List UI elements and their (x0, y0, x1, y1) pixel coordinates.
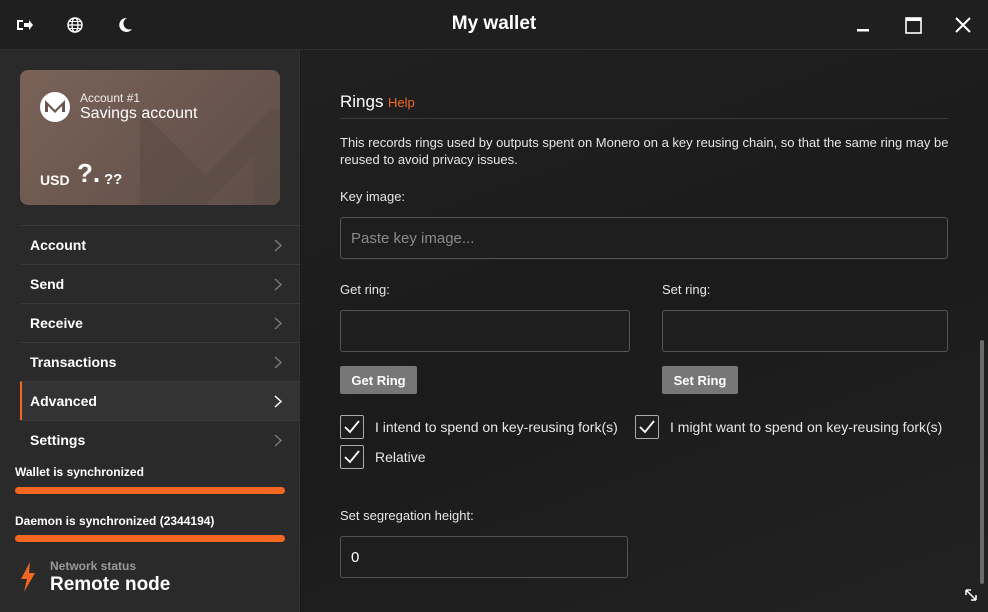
sidebar-item-label: Receive (30, 315, 83, 331)
get-ring-button[interactable]: Get Ring (340, 366, 417, 394)
sidebar-item-receive[interactable]: Receive (20, 303, 300, 342)
help-link[interactable]: Help (388, 95, 415, 110)
segregation-height-label: Set segregation height: (340, 508, 474, 523)
balance-currency: USD (40, 172, 70, 188)
relative-checkbox[interactable] (340, 445, 364, 469)
checkmark-icon (639, 420, 655, 434)
account-card[interactable]: Account #1 Savings account USD ?. ?? (20, 70, 280, 205)
chevron-right-icon (274, 395, 282, 408)
sidebar: Account #1 Savings account USD ?. ?? Acc… (0, 50, 300, 612)
relative-label: Relative (375, 449, 426, 465)
chevron-right-icon (274, 434, 282, 447)
title-bar: My wallet (0, 0, 988, 50)
network-status-value: Remote node (50, 574, 171, 595)
checkmark-icon (344, 450, 360, 464)
chevron-right-icon (274, 239, 282, 252)
sidebar-item-label: Advanced (30, 393, 97, 409)
divider (340, 118, 948, 119)
sidebar-menu: Account Send Receive Transactions Advanc… (20, 225, 300, 459)
checkmark-icon (344, 420, 360, 434)
balance-main: ?. (77, 158, 101, 188)
main-panel: Rings Help This records rings used by ou… (301, 50, 988, 612)
intend-spend-label: I intend to spend on key-reusing fork(s) (375, 419, 618, 435)
wallet-sync-progress (15, 487, 285, 494)
sidebar-item-transactions[interactable]: Transactions (20, 342, 300, 381)
sidebar-item-advanced[interactable]: Advanced (20, 381, 300, 420)
get-ring-input[interactable] (340, 310, 630, 352)
daemon-sync-status: Daemon is synchronized (2344194) (15, 514, 215, 528)
account-number: Account #1 (80, 91, 141, 105)
chevron-right-icon (274, 278, 282, 291)
might-spend-checkbox[interactable] (635, 415, 659, 439)
set-ring-button[interactable]: Set Ring (662, 366, 738, 394)
wallet-sync-status: Wallet is synchronized (15, 465, 144, 479)
chevron-right-icon (274, 356, 282, 369)
monero-logo-icon (40, 92, 70, 122)
rings-description: This records rings used by outputs spent… (340, 135, 949, 167)
key-image-label: Key image: (340, 189, 406, 204)
daemon-sync-progress (15, 535, 285, 542)
sidebar-item-label: Account (30, 237, 86, 253)
account-name: Savings account (80, 105, 198, 122)
close-icon[interactable] (951, 13, 975, 37)
sidebar-item-label: Settings (30, 432, 86, 448)
intend-spend-checkbox[interactable] (340, 415, 364, 439)
lightning-icon (21, 562, 35, 592)
might-spend-label: I might want to spend on key-reusing for… (670, 419, 943, 435)
key-image-input[interactable] (340, 217, 948, 259)
chevron-right-icon (274, 317, 282, 330)
network-status-label: Network status (50, 559, 137, 573)
maximize-icon[interactable] (901, 13, 925, 37)
sidebar-item-account[interactable]: Account (20, 225, 300, 264)
segregation-height-input[interactable] (340, 536, 628, 578)
minimize-icon[interactable] (851, 13, 875, 37)
rings-title: Rings (340, 92, 384, 111)
set-ring-input[interactable] (662, 310, 948, 352)
set-ring-label: Set ring: (662, 282, 711, 297)
sidebar-item-label: Send (30, 276, 65, 292)
window-title: My wallet (451, 13, 537, 34)
resize-icon[interactable] (964, 588, 978, 602)
scrollbar[interactable] (980, 340, 984, 584)
balance-fraction: ?? (104, 171, 123, 188)
get-ring-label: Get ring: (340, 282, 390, 297)
sidebar-item-send[interactable]: Send (20, 264, 300, 303)
sidebar-item-settings[interactable]: Settings (20, 420, 300, 459)
sidebar-item-label: Transactions (30, 354, 117, 370)
